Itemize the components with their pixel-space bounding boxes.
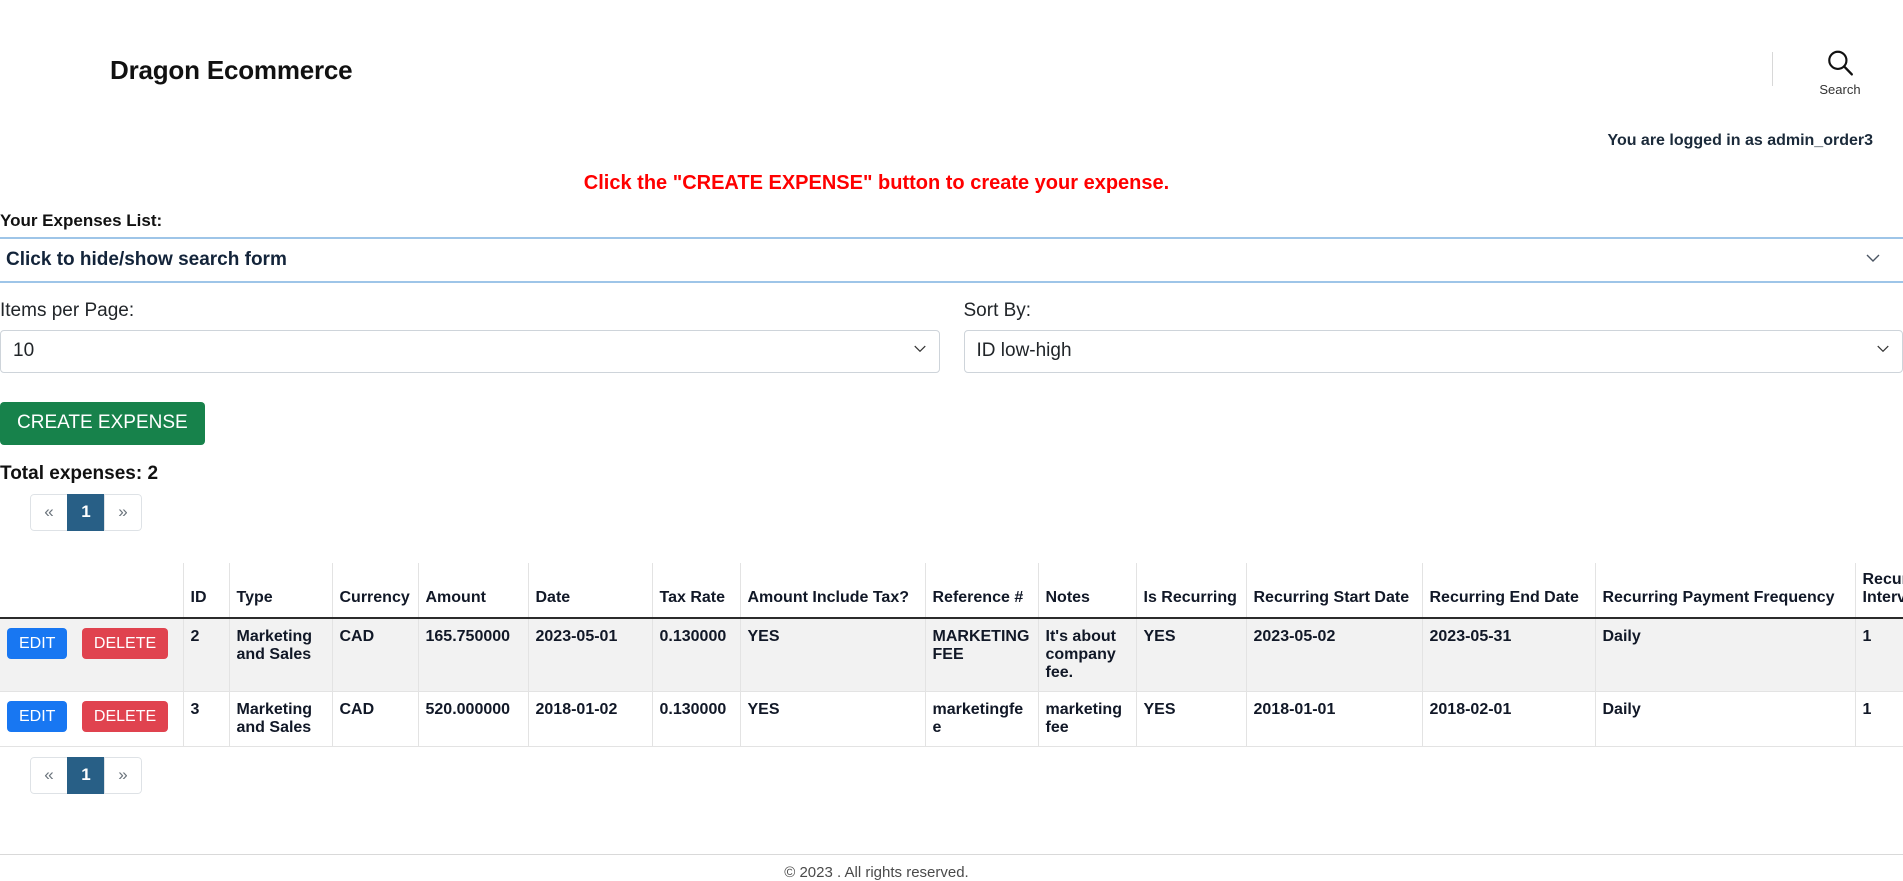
edit-button[interactable]: EDIT bbox=[7, 627, 68, 660]
row-actions: EDIT DELETE bbox=[0, 617, 184, 692]
sort-by-label: Sort By: bbox=[963, 300, 1032, 321]
expenses-table-head: ID Type Currency Amount Date Tax Rate Am… bbox=[0, 562, 1903, 619]
list-controls: Items per Page: 10 Sort By: ID low-high bbox=[0, 300, 1903, 373]
cell-notes: It's about company fee. bbox=[1038, 617, 1137, 692]
cell-is-recurring: YES bbox=[1136, 617, 1247, 692]
cell-notes: marketing fee bbox=[1038, 691, 1137, 747]
chevron-down-icon bbox=[913, 342, 927, 359]
table-header-row: ID Type Currency Amount Date Tax Rate Am… bbox=[0, 562, 1903, 619]
create-expense-button[interactable]: CREATE EXPENSE bbox=[0, 401, 205, 445]
col-amount-include-tax: Amount Include Tax? bbox=[740, 562, 926, 619]
col-recurring-end-date: Recurring End Date bbox=[1422, 562, 1596, 619]
page-title: Your Expenses List: bbox=[0, 211, 163, 230]
cell-id: 2 bbox=[183, 617, 230, 692]
cell-recurring-start-date: 2023-05-02 bbox=[1246, 617, 1423, 692]
col-date: Date bbox=[528, 562, 653, 619]
chevron-down-icon bbox=[1876, 342, 1890, 359]
expenses-table-body: EDIT DELETE 2 Marketing and Sales CAD 16… bbox=[0, 617, 1903, 747]
cell-recurring-payment-frequency: Daily bbox=[1595, 691, 1856, 747]
header-right-tools: Search bbox=[1772, 48, 1873, 96]
items-per-page-value: 10 bbox=[13, 340, 35, 362]
col-notes: Notes bbox=[1038, 562, 1137, 619]
col-type: Type bbox=[229, 562, 333, 619]
cell-tax-rate: 0.130000 bbox=[652, 691, 741, 747]
cell-type: Marketing and Sales bbox=[229, 691, 333, 747]
pagination-next[interactable]: » bbox=[104, 493, 142, 531]
cell-currency: CAD bbox=[332, 691, 419, 747]
sort-by-group: Sort By: ID low-high bbox=[952, 300, 1903, 373]
pagination-page-1[interactable]: 1 bbox=[67, 756, 105, 794]
table-row: EDIT DELETE 3 Marketing and Sales CAD 52… bbox=[0, 691, 1903, 747]
cell-tax-rate: 0.130000 bbox=[652, 617, 741, 692]
site-footer: © 2023 . All rights reserved. bbox=[0, 854, 1903, 881]
site-header: Dragon Ecommerce Search bbox=[0, 0, 1903, 130]
table-row: EDIT DELETE 2 Marketing and Sales CAD 16… bbox=[0, 617, 1903, 692]
pagination-page-1[interactable]: 1 bbox=[67, 493, 105, 531]
header-divider bbox=[1772, 52, 1773, 86]
col-is-recurring: Is Recurring bbox=[1136, 562, 1247, 619]
expenses-table-wrapper: ID Type Currency Amount Date Tax Rate Am… bbox=[0, 562, 1903, 747]
cell-amount: 165.750000 bbox=[418, 617, 529, 692]
col-reference: Reference # bbox=[925, 562, 1039, 619]
cell-date: 2023-05-01 bbox=[528, 617, 653, 692]
col-id: ID bbox=[183, 562, 230, 619]
col-recurring-payment-frequency: Recurring Payment Frequency bbox=[1595, 562, 1856, 619]
cell-recurring-end-date: 2023-05-31 bbox=[1422, 617, 1596, 692]
search-button[interactable]: Search bbox=[1807, 48, 1873, 96]
col-recurring-start-date: Recurring Start Date bbox=[1246, 562, 1423, 619]
sort-by-select[interactable]: ID low-high bbox=[963, 329, 1903, 373]
cell-is-recurring: YES bbox=[1136, 691, 1247, 747]
pagination-bottom: « 1 » bbox=[30, 756, 142, 794]
cell-date: 2018-01-02 bbox=[528, 691, 653, 747]
cell-reference: marketingfee bbox=[925, 691, 1039, 747]
cell-amount-include-tax: YES bbox=[740, 691, 926, 747]
create-expense-hint: Click the "CREATE EXPENSE" button to cre… bbox=[583, 172, 1170, 194]
delete-button[interactable]: DELETE bbox=[81, 627, 169, 660]
cell-recurring-start-date: 2018-01-01 bbox=[1246, 691, 1423, 747]
search-form-toggle[interactable]: Click to hide/show search form bbox=[0, 237, 1903, 283]
brand-logo[interactable]: Dragon Ecommerce bbox=[110, 55, 353, 86]
items-per-page-select[interactable]: 10 bbox=[0, 329, 940, 373]
sort-by-value: ID low-high bbox=[976, 340, 1072, 362]
cell-recurring-payment-frequency: Daily bbox=[1595, 617, 1856, 692]
cell-id: 3 bbox=[183, 691, 230, 747]
cell-amount: 520.000000 bbox=[418, 691, 529, 747]
expenses-table: ID Type Currency Amount Date Tax Rate Am… bbox=[0, 562, 1903, 747]
logged-in-status: You are logged in as admin_order3 bbox=[1607, 132, 1873, 149]
delete-button[interactable]: DELETE bbox=[81, 700, 169, 733]
col-recurring-payment-interval: Recurring Payment Interval bbox=[1855, 562, 1903, 619]
search-label: Search bbox=[1819, 82, 1861, 97]
cell-reference: MARKETINGFEE bbox=[925, 617, 1039, 692]
cell-recurring-end-date: 2018-02-01 bbox=[1422, 691, 1596, 747]
cell-type: Marketing and Sales bbox=[229, 617, 333, 692]
cell-currency: CAD bbox=[332, 617, 419, 692]
col-amount: Amount bbox=[418, 562, 529, 619]
total-expenses-count: Total expenses: 2 bbox=[0, 462, 159, 484]
search-form-toggle-label: Click to hide/show search form bbox=[6, 249, 287, 270]
cell-recurring-payment-interval: 1 bbox=[1855, 617, 1903, 692]
copyright-text: © 2023 . All rights reserved. bbox=[784, 864, 969, 881]
pagination-prev[interactable]: « bbox=[30, 756, 68, 794]
pagination-prev[interactable]: « bbox=[30, 493, 68, 531]
items-per-page-label: Items per Page: bbox=[0, 300, 135, 321]
row-actions: EDIT DELETE bbox=[0, 691, 184, 747]
col-currency: Currency bbox=[332, 562, 419, 619]
cell-amount-include-tax: YES bbox=[740, 617, 926, 692]
pagination-next[interactable]: » bbox=[104, 756, 142, 794]
page-root: Dragon Ecommerce Search You are logged i… bbox=[0, 0, 1903, 881]
chevron-down-icon bbox=[1865, 250, 1881, 270]
search-icon bbox=[1825, 48, 1855, 78]
col-tax-rate: Tax Rate bbox=[652, 562, 741, 619]
edit-button[interactable]: EDIT bbox=[7, 700, 68, 733]
col-actions bbox=[0, 562, 184, 619]
pagination-top: « 1 » bbox=[30, 493, 142, 531]
main-content: Your Expenses List: Click to hide/show s… bbox=[0, 211, 1903, 794]
items-per-page-group: Items per Page: 10 bbox=[0, 300, 952, 373]
cell-recurring-payment-interval: 1 bbox=[1855, 691, 1903, 747]
